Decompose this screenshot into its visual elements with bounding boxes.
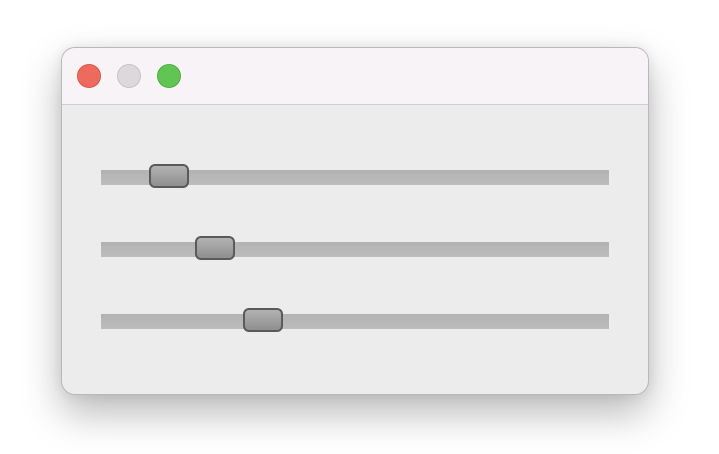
slider-1[interactable] xyxy=(101,164,609,191)
title-bar[interactable] xyxy=(62,48,648,105)
slider-track[interactable] xyxy=(101,314,609,329)
zoom-button[interactable] xyxy=(157,64,181,88)
slider-2[interactable] xyxy=(101,236,609,263)
minimize-button[interactable] xyxy=(117,64,141,88)
close-button[interactable] xyxy=(77,64,101,88)
slider-thumb[interactable] xyxy=(243,308,284,332)
app-window xyxy=(61,47,649,395)
slider-3[interactable] xyxy=(101,308,609,335)
slider-thumb[interactable] xyxy=(148,164,189,188)
slider-thumb[interactable] xyxy=(194,236,235,260)
slider-track[interactable] xyxy=(101,242,609,257)
